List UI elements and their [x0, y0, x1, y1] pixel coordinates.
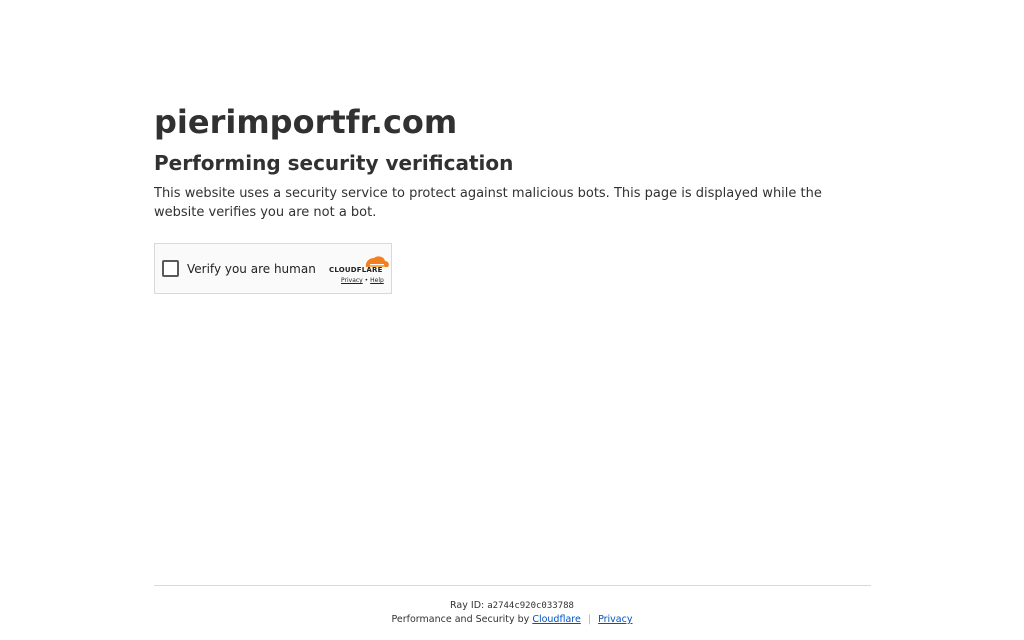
page-heading: Performing security verification: [154, 151, 514, 175]
site-title: pierimportfr.com: [154, 103, 458, 141]
verify-label[interactable]: Verify you are human: [187, 261, 316, 277]
ray-id-value: a2744c920c033788: [487, 601, 574, 611]
performance-text: Performance and Security by: [391, 614, 530, 625]
widget-link-separator: •: [364, 277, 369, 284]
cloudflare-logo-text: CLOUDFLARE: [329, 266, 383, 274]
privacy-link[interactable]: Privacy: [598, 614, 632, 625]
ray-id-line: Ray ID: a2744c920c033788: [0, 599, 1024, 613]
widget-help-link[interactable]: Help: [370, 277, 384, 284]
footer: Ray ID: a2744c920c033788 Performance and…: [0, 599, 1024, 627]
page-description: This website uses a security service to …: [154, 186, 822, 220]
footer-separator: |: [587, 614, 592, 625]
main-content: pierimportfr.com Performing security ver…: [154, 102, 872, 222]
footer-divider: [154, 585, 871, 586]
widget-privacy-link[interactable]: Privacy: [341, 277, 363, 284]
cloudflare-link[interactable]: Cloudflare: [532, 614, 580, 625]
turnstile-widget: Verify you are human CLOUDFLARE Privacy …: [154, 243, 392, 294]
performance-line: Performance and Security by Cloudflare |…: [0, 613, 1024, 627]
verify-checkbox[interactable]: [162, 260, 179, 277]
ray-id-label: Ray ID:: [450, 600, 485, 611]
widget-links: Privacy • Help: [341, 276, 384, 285]
